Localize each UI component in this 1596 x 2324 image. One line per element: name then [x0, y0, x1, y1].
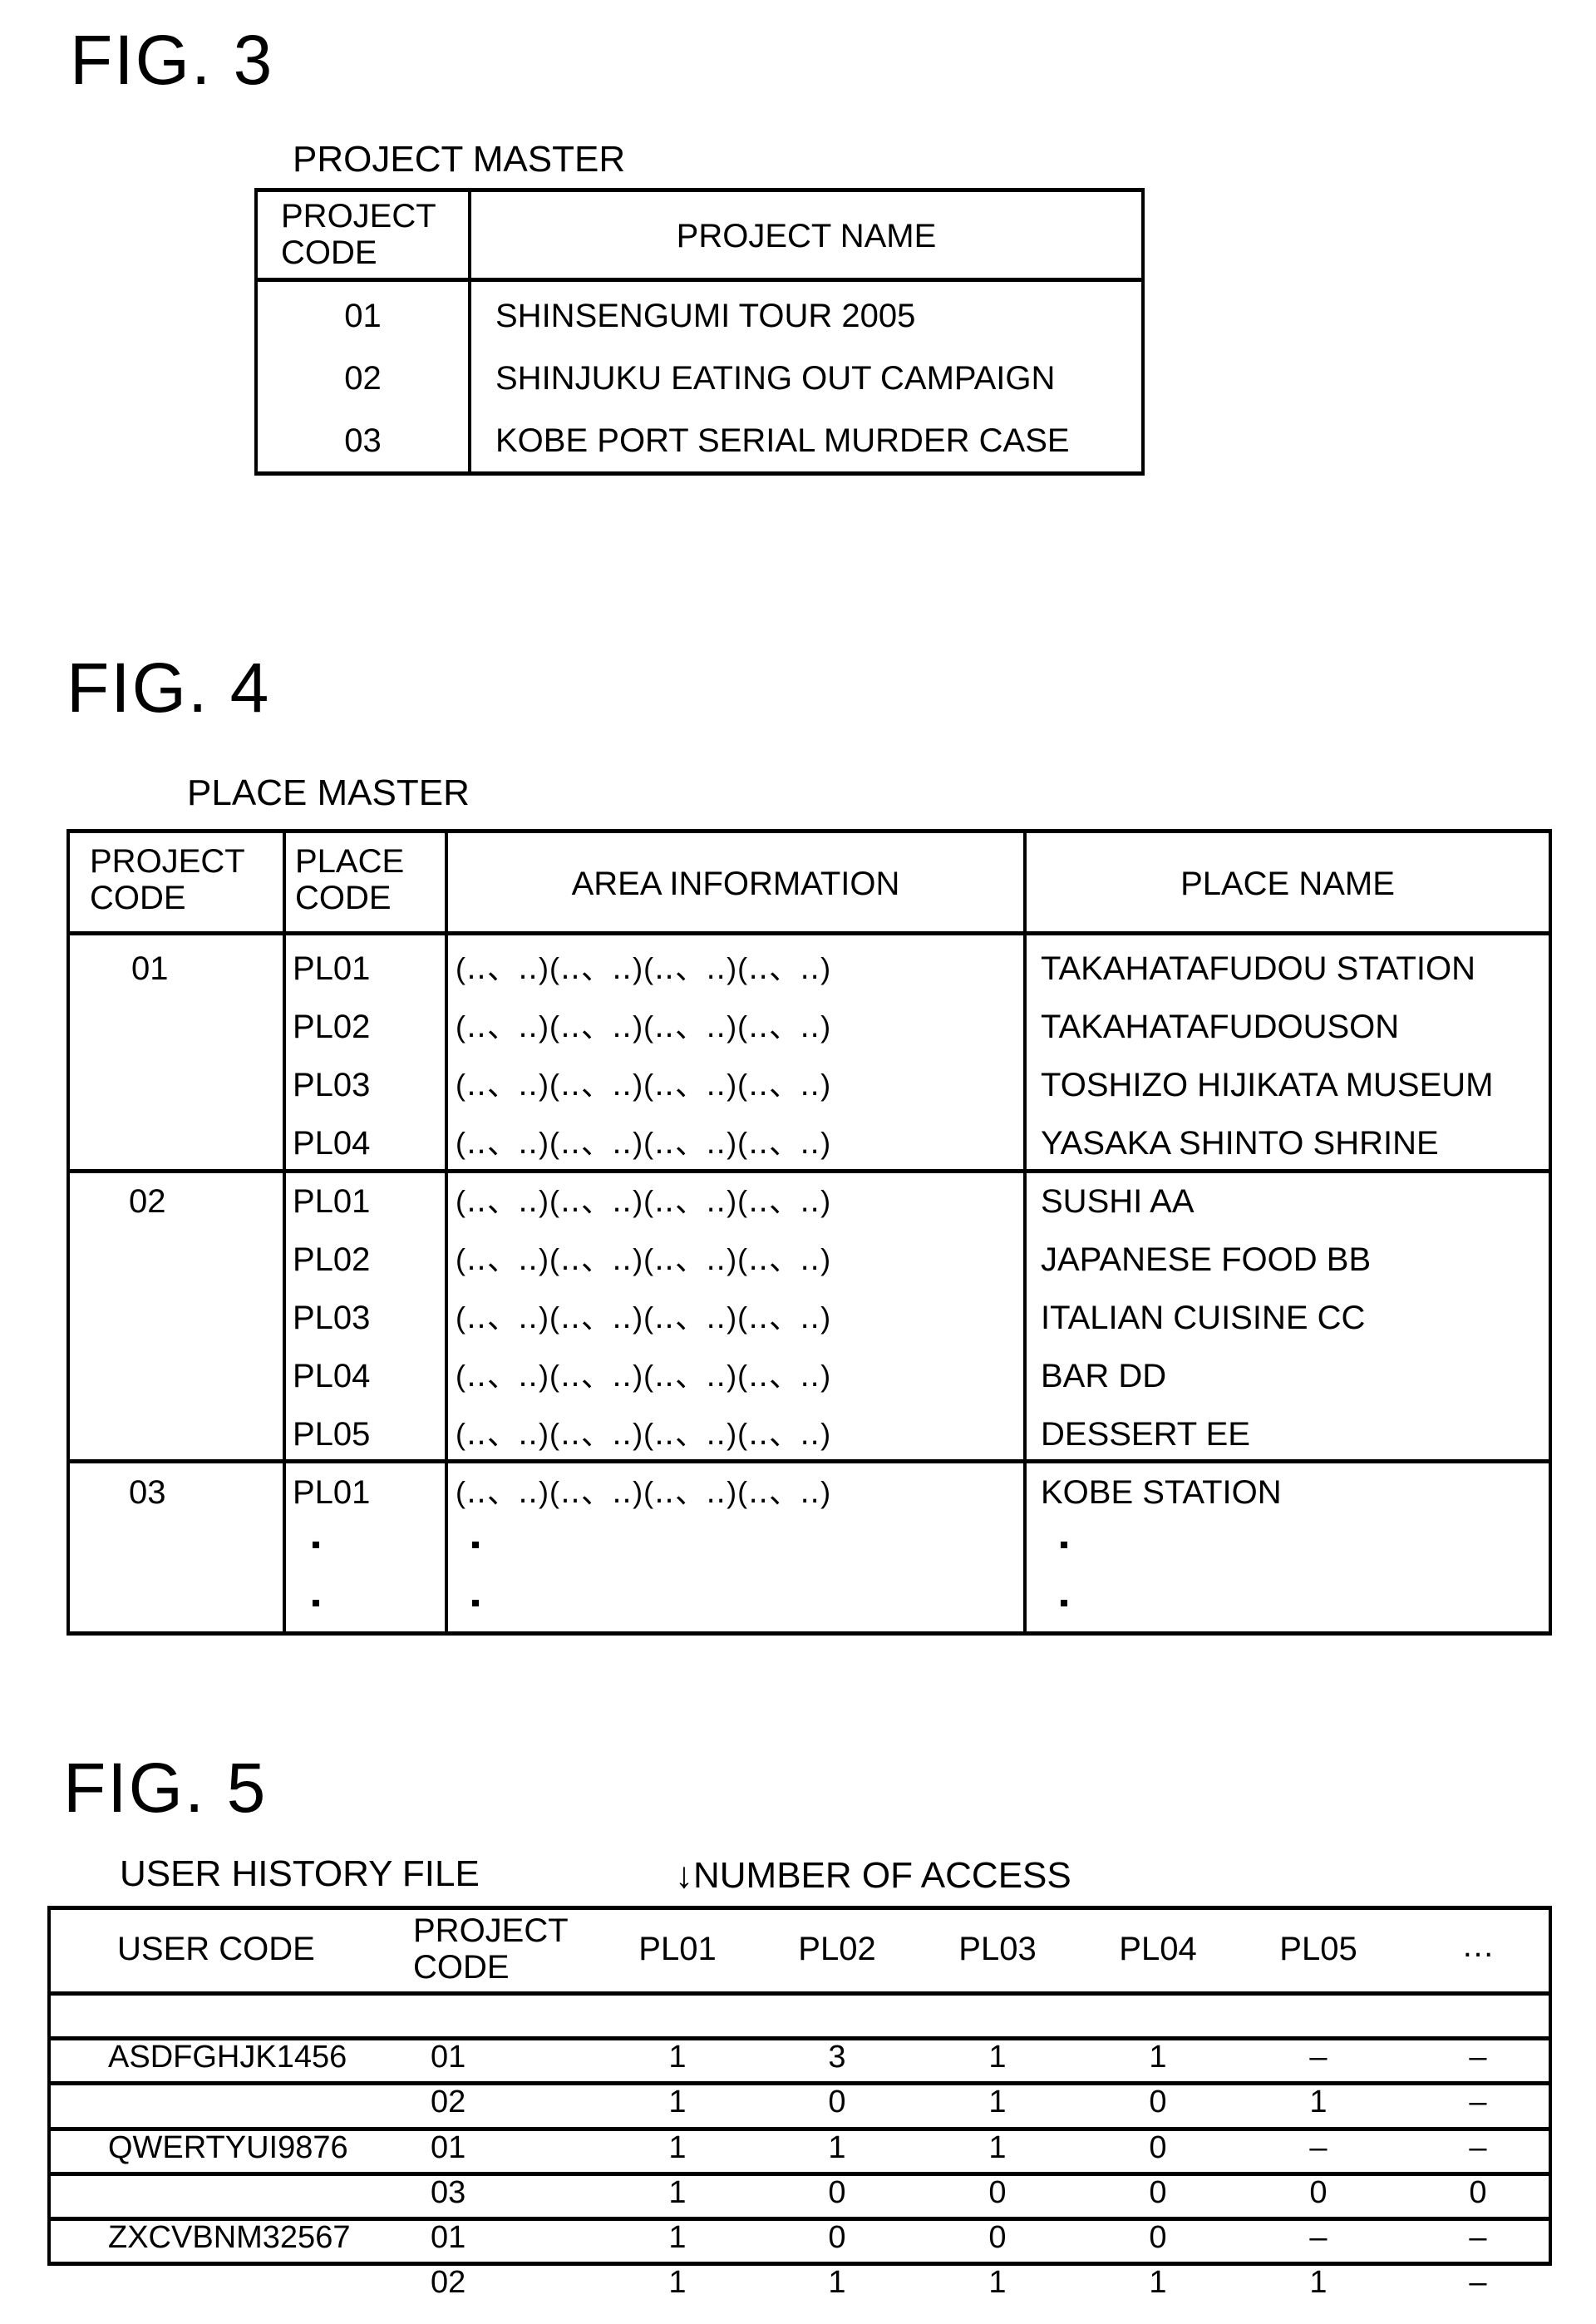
user-history-table: USER CODE PROJECT CODE PL01 PL02 PL03 PL…: [0, 0, 1596, 2324]
access-count: –: [1469, 2220, 1487, 2255]
project-code: 01: [431, 2130, 466, 2165]
header-project-code: PROJECT CODE: [413, 1912, 569, 1986]
access-count: 0: [1469, 2175, 1487, 2210]
access-count: –: [1309, 2130, 1328, 2165]
access-count: 0: [1309, 2175, 1328, 2210]
access-count: 0: [1149, 2130, 1167, 2165]
access-count: 1: [668, 2175, 687, 2210]
access-count: 1: [668, 2040, 687, 2075]
access-count: 1: [1149, 2265, 1167, 2300]
access-count: 1: [988, 2040, 1007, 2075]
user-code: ZXCVBNM32567: [108, 2220, 351, 2255]
project-code: 02: [431, 2085, 466, 2119]
header-more-columns: …: [1461, 1927, 1495, 1964]
access-count: 1: [988, 2265, 1007, 2300]
access-count: 1: [1309, 2265, 1328, 2300]
access-count: 1: [988, 2130, 1007, 2165]
access-count: 1: [828, 2265, 846, 2300]
access-count: 0: [828, 2175, 846, 2210]
project-code: 03: [431, 2175, 466, 2210]
access-count: 1: [668, 2085, 687, 2119]
header-pl04: PL04: [1119, 1931, 1197, 1967]
access-count: 0: [828, 2085, 846, 2119]
header-user-code: USER CODE: [117, 1931, 315, 1967]
user-code: ASDFGHJK1456: [108, 2040, 347, 2075]
access-count: –: [1469, 2040, 1487, 2075]
header-pl01: PL01: [638, 1931, 717, 1967]
access-count: 1: [668, 2265, 687, 2300]
access-count: 1: [828, 2130, 846, 2165]
access-count: –: [1309, 2040, 1328, 2075]
access-count: 1: [988, 2085, 1007, 2119]
access-count: 0: [1149, 2085, 1167, 2119]
access-count: 0: [828, 2220, 846, 2255]
access-count: –: [1469, 2130, 1487, 2165]
header-line: CODE: [413, 1949, 510, 1986]
access-count: 0: [988, 2220, 1007, 2255]
access-count: 0: [1149, 2220, 1167, 2255]
header-pl05: PL05: [1279, 1931, 1357, 1967]
user-code: QWERTYUI9876: [108, 2130, 348, 2165]
access-count: 1: [668, 2220, 687, 2255]
access-count: –: [1469, 2085, 1487, 2119]
header-pl03: PL03: [958, 1931, 1037, 1967]
project-code: 02: [431, 2265, 466, 2300]
project-code: 01: [431, 2220, 466, 2255]
access-count: –: [1309, 2220, 1328, 2255]
access-count: –: [1469, 2265, 1487, 2300]
access-count: 0: [988, 2175, 1007, 2210]
project-code: 01: [431, 2040, 466, 2075]
access-count: 3: [828, 2040, 846, 2075]
access-count: 1: [1149, 2040, 1167, 2075]
access-count: 1: [1309, 2085, 1328, 2119]
header-line: PROJECT: [413, 1912, 569, 1949]
access-count: 1: [668, 2130, 687, 2165]
header-pl02: PL02: [798, 1931, 876, 1967]
access-count: 0: [1149, 2175, 1167, 2210]
